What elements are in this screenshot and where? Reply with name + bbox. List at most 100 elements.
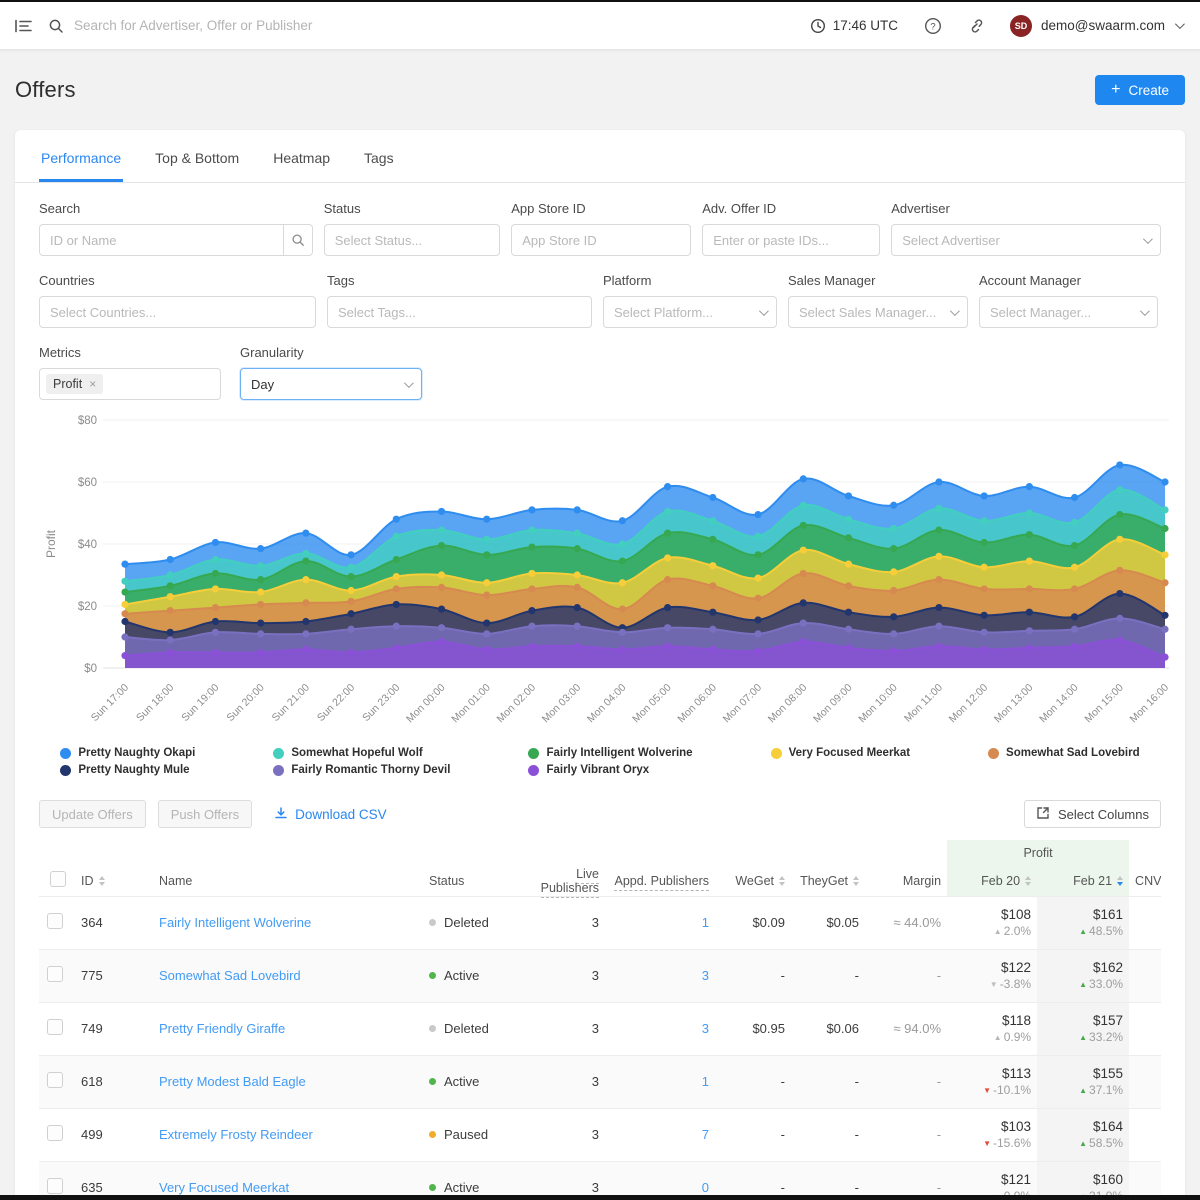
appd-publishers-link[interactable]: 0 (702, 1180, 709, 1195)
offer-link[interactable]: Very Focused Meerkat (159, 1180, 289, 1195)
tags-select[interactable]: Select Tags... (327, 296, 592, 328)
cell-live-publishers: 3 (513, 1108, 605, 1161)
cell-name: Somewhat Sad Lovebird (153, 949, 423, 1002)
menu-toggle-icon[interactable] (12, 15, 34, 37)
table-row[interactable]: 749Pretty Friendly GiraffeDeleted33$0.95… (39, 1002, 1161, 1055)
cell-profit-feb20: $113▼-10.1% (947, 1055, 1037, 1108)
cell-margin: - (865, 1055, 947, 1108)
offer-link[interactable]: Pretty Friendly Giraffe (159, 1021, 285, 1036)
sales-manager-select[interactable]: Select Sales Manager... (788, 296, 968, 328)
adv-offer-id-input[interactable] (702, 224, 880, 256)
row-checkbox[interactable] (47, 1019, 63, 1035)
offer-link[interactable]: Pretty Modest Bald Eagle (159, 1074, 306, 1089)
chart-legend: Pretty Naughty Okapi Somewhat Hopeful Wol… (15, 747, 1185, 776)
metrics-select[interactable]: Profit × (39, 368, 221, 400)
table-row[interactable]: 499Extremely Frosty ReindeerPaused37---$… (39, 1108, 1161, 1161)
svg-text:Mon 01:00: Mon 01:00 (449, 682, 493, 726)
cell-appd-publishers: 3 (605, 1002, 715, 1055)
cell-profit-feb21: $164▲58.5% (1037, 1108, 1129, 1161)
row-checkbox[interactable] (47, 1125, 63, 1141)
filter-account-manager: Account Manager Select Manager... (979, 273, 1158, 328)
offer-link[interactable]: Somewhat Sad Lovebird (159, 968, 301, 983)
col-header-cnv[interactable]: CNV (1129, 866, 1161, 896)
advertiser-select[interactable]: Select Advertiser (891, 224, 1161, 256)
col-header-margin: Margin (865, 866, 947, 896)
link-icon[interactable] (966, 17, 984, 35)
legend-dot-icon (988, 748, 999, 759)
legend-dot-icon (60, 765, 71, 776)
cell-name: Pretty Modest Bald Eagle (153, 1055, 423, 1108)
account-manager-select[interactable]: Select Manager... (979, 296, 1158, 328)
row-checkbox[interactable] (47, 1072, 63, 1088)
legend-item[interactable]: Very Focused Meerkat (771, 747, 910, 759)
select-columns-icon (1036, 806, 1050, 823)
select-all-checkbox[interactable] (50, 871, 66, 887)
status-dot-icon (429, 1131, 436, 1138)
row-checkbox[interactable] (47, 913, 63, 929)
offer-link[interactable]: Fairly Intelligent Wolverine (159, 915, 311, 930)
table-row[interactable]: 775Somewhat Sad LovebirdActive33---$122▼… (39, 949, 1161, 1002)
legend-dot-icon (771, 748, 782, 759)
remove-metric-icon[interactable]: × (89, 377, 96, 391)
user-menu-chevron-icon[interactable] (1175, 19, 1185, 29)
appd-publishers-link[interactable]: 3 (702, 1021, 709, 1036)
help-icon[interactable]: ? (924, 17, 942, 35)
legend-item[interactable]: Fairly Intelligent Wolverine (528, 747, 692, 759)
legend-item[interactable]: Pretty Naughty Okapi (60, 747, 195, 759)
table-row[interactable]: 364Fairly Intelligent WolverineDeleted31… (39, 896, 1161, 949)
appd-publishers-link[interactable]: 7 (702, 1127, 709, 1142)
global-search (48, 18, 810, 34)
global-search-input[interactable] (74, 18, 494, 33)
filter-tags: Tags Select Tags... (327, 273, 592, 328)
appd-publishers-link[interactable]: 3 (702, 968, 709, 983)
tab-heatmap[interactable]: Heatmap (271, 144, 332, 182)
offer-link[interactable]: Extremely Frosty Reindeer (159, 1127, 313, 1142)
cell-profit-feb20: $118▲0.9% (947, 1002, 1037, 1055)
update-offers-button[interactable]: Update Offers (39, 800, 146, 828)
status-dot-icon (429, 1184, 436, 1191)
col-header-id[interactable]: ID (75, 866, 153, 896)
col-header-live-publishers[interactable]: Live Publishers (513, 866, 605, 896)
col-header-feb20[interactable]: Feb 20 (947, 866, 1037, 896)
download-csv-link[interactable]: Download CSV (274, 806, 387, 823)
legend-item[interactable]: Pretty Naughty Mule (60, 764, 195, 776)
tab-tags[interactable]: Tags (362, 144, 396, 182)
svg-text:Sun 22:00: Sun 22:00 (315, 682, 357, 724)
filter-sales-manager: Sales Manager Select Sales Manager... (788, 273, 968, 328)
col-header-name[interactable]: Name (153, 866, 423, 896)
avatar[interactable]: SD (1010, 15, 1032, 37)
legend-item[interactable]: Fairly Vibrant Oryx (528, 764, 692, 776)
granularity-select[interactable]: Day (240, 368, 422, 400)
cell-id: 618 (75, 1055, 153, 1108)
row-checkbox[interactable] (47, 1178, 63, 1194)
col-header-appd-publishers[interactable]: Appd. Publishers (605, 866, 715, 896)
svg-text:Sun 19:00: Sun 19:00 (179, 682, 221, 724)
cell-profit-feb21: $161▲48.5% (1037, 896, 1129, 949)
cell-cnv (1129, 1002, 1161, 1055)
platform-select[interactable]: Select Platform... (603, 296, 777, 328)
col-header-feb21[interactable]: Feb 21 (1037, 866, 1129, 896)
appd-publishers-link[interactable]: 1 (702, 915, 709, 930)
push-offers-button[interactable]: Push Offers (158, 800, 252, 828)
table-row[interactable]: 618Pretty Modest Bald EagleActive31---$1… (39, 1055, 1161, 1108)
tab-performance[interactable]: Performance (39, 144, 123, 182)
status-select[interactable]: Select Status... (324, 224, 501, 256)
tab-top-bottom[interactable]: Top & Bottom (153, 144, 241, 182)
legend-item[interactable]: Fairly Romantic Thorny Devil (273, 764, 450, 776)
col-header-weget[interactable]: WeGet (715, 866, 791, 896)
appd-publishers-link[interactable]: 1 (702, 1074, 709, 1089)
cell-theyget: $0.05 (791, 896, 865, 949)
cell-theyget: - (791, 1108, 865, 1161)
app-store-id-input[interactable] (511, 224, 691, 256)
countries-select[interactable]: Select Countries... (39, 296, 316, 328)
col-header-theyget[interactable]: TheyGet (791, 866, 865, 896)
create-button[interactable]: + Create (1095, 75, 1185, 105)
select-columns-button[interactable]: Select Columns (1024, 800, 1161, 828)
row-checkbox[interactable] (47, 966, 63, 982)
cell-theyget: $0.06 (791, 1002, 865, 1055)
legend-item[interactable]: Somewhat Hopeful Wolf (273, 747, 450, 759)
search-input[interactable] (39, 224, 284, 256)
cell-cnv (1129, 896, 1161, 949)
search-submit-button[interactable] (283, 224, 313, 256)
legend-item[interactable]: Somewhat Sad Lovebird (988, 747, 1140, 759)
